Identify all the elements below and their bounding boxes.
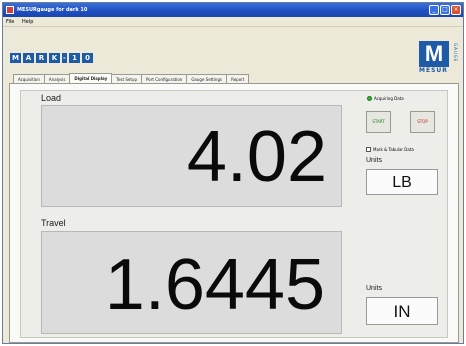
tab-acquisition[interactable]: Acquisition [13,74,45,83]
travel-units-field[interactable]: IN [366,297,438,325]
acquiring-status: Acquiring Data [367,96,404,101]
tab-analysis[interactable]: Analysis [43,74,71,83]
brand-letter: 1 [69,53,80,63]
brand-letter: R [36,53,47,63]
load-label: Load [41,93,62,103]
menu-bar: File Help [3,17,463,27]
title-bar: MESURgauge for dark 10 _ □ × [3,3,463,17]
window-title: MESURgauge for dark 10 [17,7,88,13]
tab-strip: Acquisition Analysis Digital Display Tes… [13,73,250,83]
start-button[interactable]: START [366,111,391,133]
menu-help[interactable]: Help [22,19,33,25]
maximize-icon[interactable]: □ [440,5,450,15]
mark10-brand: M A R K - 1 0 [10,53,93,63]
stop-button[interactable]: STOP [410,111,435,133]
tab-digital-display[interactable]: Digital Display [69,73,113,83]
status-led-icon [367,96,372,101]
mesurgauge-logo: M MESUR GAUGE [419,41,458,75]
app-window: MESURgauge for dark 10 _ □ × File Help M… [2,2,464,344]
load-units-label: Units [366,157,382,164]
minimize-icon[interactable]: _ [429,5,439,15]
brand-letter: 0 [82,53,93,63]
logo-letter: M [419,41,449,67]
status-text: Acquiring Data [374,96,404,101]
tab-port-configuration[interactable]: Port Configuration [141,74,188,83]
tabular-data-option[interactable]: Mark & Tabular Data [366,147,414,152]
tab-test-setup[interactable]: Test Setup [111,74,142,83]
menu-file[interactable]: File [6,19,14,25]
load-readout: 4.02 [41,105,342,207]
brand-letter: M [10,53,21,63]
digital-display-panel: Load 4.02 Travel 1.6445 Acquiring Data S… [9,83,459,343]
window-controls: _ □ × [429,5,461,15]
logo-text: MESUR [419,67,448,74]
display-area: Load 4.02 Travel 1.6445 Acquiring Data S… [20,90,448,338]
close-icon[interactable]: × [451,5,461,15]
tabular-data-label: Mark & Tabular Data [373,147,414,152]
brand-letter: K [49,53,60,63]
load-units-field[interactable]: LB [366,169,438,195]
travel-readout: 1.6445 [41,231,342,334]
logo-side-text: GAUGE [453,43,458,63]
brand-letter: A [23,53,34,63]
travel-label: Travel [41,218,66,228]
tab-report[interactable]: Report [226,74,250,83]
tab-gauge-settings[interactable]: Gauge Settings [186,74,228,83]
brand-letter: - [62,53,67,63]
tabular-data-checkbox[interactable] [366,147,371,152]
travel-units-label: Units [366,285,382,292]
app-icon [6,6,14,14]
